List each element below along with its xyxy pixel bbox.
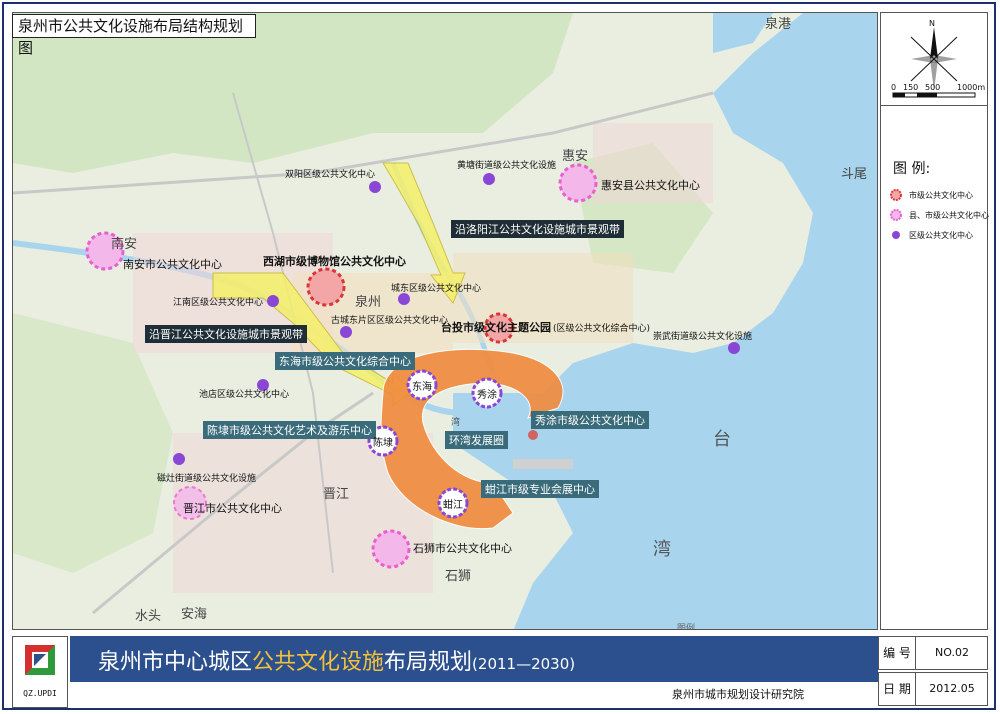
faint-legend-label: 图例	[677, 624, 696, 630]
city-center-xihu	[306, 267, 346, 307]
side-panel: N 0 150 500 1000m 图 例: 市级公共文化中心 县、市级公共文化…	[880, 12, 989, 630]
place-anhai: 安海	[181, 607, 208, 622]
label-shuangyang: 双阳区级公共文化中心	[285, 170, 376, 180]
district-chongwu	[728, 342, 740, 354]
label-cizao: 磁灶街道级公共文化设施	[157, 474, 257, 484]
place-quanzhou: 泉州	[355, 295, 382, 310]
place-shuitou: 水头	[135, 609, 162, 624]
scale-1000: 1000m	[957, 83, 986, 92]
map-area: 泉港 惠安 斗尾 南安 泉州 晋江 石狮 水头 安海 台 湾 湾 图例 双阳区级…	[12, 12, 878, 630]
label-huian-center: 惠安县公共文化中心	[601, 179, 700, 192]
scale-150: 150	[903, 83, 919, 92]
legend-label-district: 区级公共文化中心	[909, 231, 973, 240]
node-label-xiutu: 秀涂	[477, 390, 497, 401]
sea-label-wan: 湾	[653, 539, 671, 560]
label-jiangnan: 江南区级公共文化中心	[173, 298, 264, 308]
title-banner: 泉州市中心城区公共文化设施布局规划(2011—2030)	[70, 636, 878, 682]
place-douwei: 斗尾	[841, 167, 868, 182]
banner-title-part2: 布局规划	[384, 650, 473, 675]
banner-title: 泉州市中心城区公共文化设施布局规划(2011—2030)	[98, 644, 575, 676]
banner-years: (2011—2030)	[472, 655, 576, 673]
logo-icon	[25, 645, 55, 675]
banner-title-part1: 泉州市中心城区	[98, 650, 253, 675]
county-center-shishi	[371, 529, 411, 569]
county-center-icon	[890, 209, 902, 221]
info-number-label: 编 号	[879, 637, 916, 669]
port-marker	[528, 430, 538, 440]
label-xihu-center: 西湖市级博物馆公共文化中心	[263, 255, 406, 268]
label-chongwu: 崇武街道级公共文化设施	[653, 332, 753, 342]
label-donghai-center: 东海市级公共文化综合中心	[275, 352, 415, 370]
district-huangtang	[483, 173, 495, 185]
footer: QZ.UPDI 泉州市中心城区公共文化设施布局规划(2011—2030) 泉州市…	[12, 636, 988, 708]
district-cizao	[173, 453, 185, 465]
label-chidian: 池店区级公共文化中心	[199, 390, 290, 400]
place-nanan: 南安	[111, 237, 138, 252]
info-box: 编 号 NO.02 日 期 2012.05	[878, 636, 988, 708]
node-label-donghai: 东海	[412, 382, 432, 393]
label-xiutu-center: 秀涂市级公共文化中心	[531, 411, 649, 429]
district-center-icon	[892, 231, 900, 239]
info-date-label: 日 期	[879, 673, 916, 705]
label-nanan-center: 南安市公共文化中心	[123, 258, 222, 271]
compass-box: N 0 150 500 1000m	[881, 13, 987, 106]
institute-logo: QZ.UPDI	[12, 636, 68, 708]
label-chendai-center: 陈埭市级公共文化艺术及游乐中心	[203, 421, 376, 439]
logo-code: QZ.UPDI	[23, 689, 57, 698]
legend-title: 图 例:	[893, 161, 931, 177]
city-center-icon	[890, 189, 902, 201]
label-haijiang-center: 蚶江市级专业会展中心	[481, 480, 599, 498]
map-sheet: 泉港 惠安 斗尾 南安 泉州 晋江 石狮 水头 安海 台 湾 湾 图例 双阳区级…	[0, 0, 1000, 714]
place-jinjiang: 晋江	[323, 487, 350, 502]
place-quangang: 泉港	[765, 17, 792, 32]
banner-title-highlight: 公共文化设施	[252, 650, 385, 675]
node-label-haijiang: 蚶江	[443, 500, 463, 511]
district-gucheng	[340, 326, 352, 338]
label-huangtang: 黄塘街道级公共文化设施	[457, 161, 557, 171]
label-taitou-center: 台投市级文化主题公园	[441, 321, 551, 334]
place-shishi: 石狮	[445, 569, 472, 584]
info-date-value: 2012.05	[929, 682, 975, 695]
label-shishi-center: 石狮市公共文化中心	[413, 542, 512, 555]
label-ring-name: 环湾发展圈	[445, 431, 508, 449]
info-row-number: 编 号 NO.02	[878, 636, 988, 670]
map-title: 泉州市公共文化设施布局结构规划图	[12, 14, 256, 57]
bay-label-wan: 湾	[451, 418, 461, 428]
scale-0: 0	[891, 83, 897, 92]
label-chengdong: 城东区级公共文化中心	[391, 284, 482, 294]
district-shuangyang	[369, 181, 381, 193]
district-jiangnan	[267, 295, 279, 307]
legend-label-county: 县、市级公共文化中心	[909, 211, 989, 220]
info-number-value: NO.02	[935, 646, 969, 659]
node-label-chendai: 陈埭	[373, 438, 393, 449]
label-gucheng: 古城东片区区级公共文化中心	[331, 316, 449, 326]
label-jinjiang-center: 晋江市公共文化中心	[183, 502, 282, 515]
legend-label-city: 市级公共文化中心	[909, 191, 973, 200]
sea-label-tai: 台	[713, 429, 731, 450]
label-luoyang-corridor: 沿洛阳江公共文化设施城市景观带	[451, 220, 624, 238]
info-row-date: 日 期 2012.05	[878, 672, 988, 706]
district-chengdong	[398, 293, 410, 305]
label-jinjiang-corridor: 沿晋江公共文化设施城市景观带	[145, 325, 307, 343]
label-taitou-note: (区级公共文化综合中心)	[553, 324, 651, 334]
north-label: N	[929, 19, 935, 28]
county-center-huian	[558, 163, 598, 203]
port-pier	[513, 459, 573, 469]
place-huian: 惠安	[562, 149, 589, 164]
institute-name: 泉州市城市规划设计研究院	[672, 688, 804, 701]
scale-500: 500	[925, 83, 941, 92]
